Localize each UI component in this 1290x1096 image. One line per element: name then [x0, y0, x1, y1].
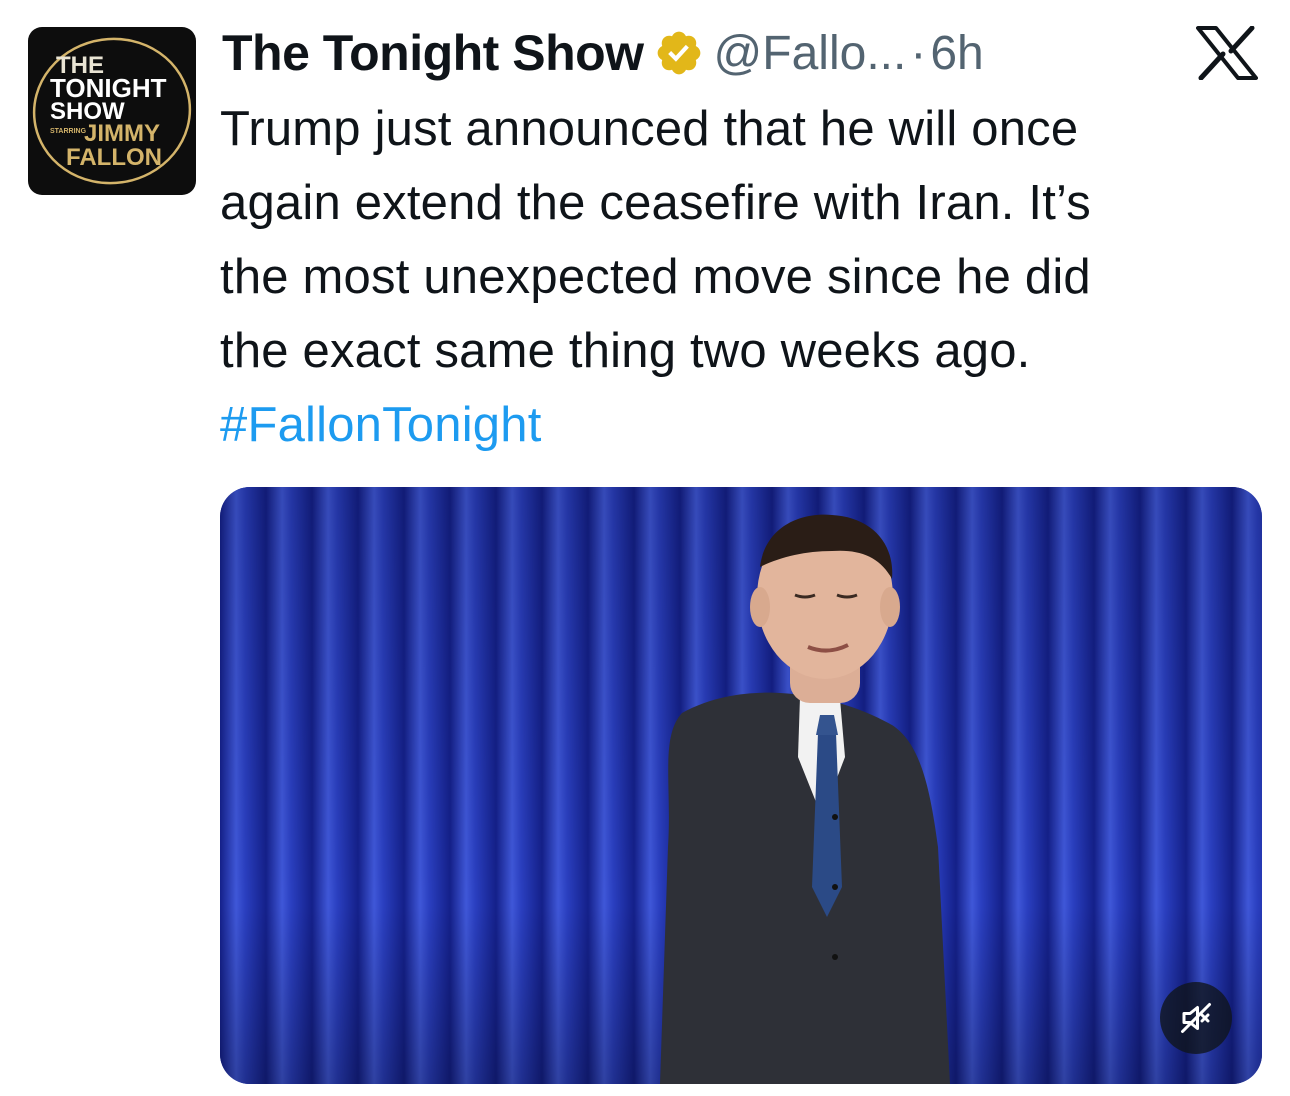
author-name[interactable]: The Tonight Show — [222, 24, 644, 82]
avatar[interactable]: THE TONIGHT SHOW STARRING JIMMY FALLON — [28, 27, 196, 195]
speaker-muted-icon[interactable] — [1160, 982, 1232, 1054]
logo-text-jimmy: JIMMY — [84, 120, 160, 147]
tonight-show-logo: THE TONIGHT SHOW STARRING JIMMY FALLON — [32, 37, 192, 185]
video-frame — [220, 487, 1262, 1084]
x-logo-icon[interactable] — [1196, 25, 1258, 81]
tweet-text-line: the most unexpected move since he did — [220, 250, 1091, 304]
separator-dot: · — [910, 26, 927, 80]
tweet-timestamp[interactable]: 6h — [930, 26, 983, 81]
tweet-text: Trump just announced that he will once a… — [220, 92, 1260, 462]
tweet-text-line: again extend the ceasefire with Iran. It… — [220, 176, 1091, 230]
video-player[interactable] — [220, 487, 1262, 1084]
tweet-header: The Tonight Show @Fallo... · 6h — [222, 18, 1172, 88]
logo-text-starring: STARRING — [50, 128, 87, 135]
verified-badge-icon — [654, 28, 704, 78]
hashtag-link[interactable]: #FallonTonight — [220, 388, 1260, 462]
author-handle[interactable]: @Fallo... — [714, 26, 907, 81]
tweet-text-line: Trump just announced that he will once — [220, 102, 1079, 156]
tweet-text-line: the exact same thing two weeks ago. — [220, 324, 1031, 378]
logo-text-fallon: FALLON — [66, 144, 162, 171]
